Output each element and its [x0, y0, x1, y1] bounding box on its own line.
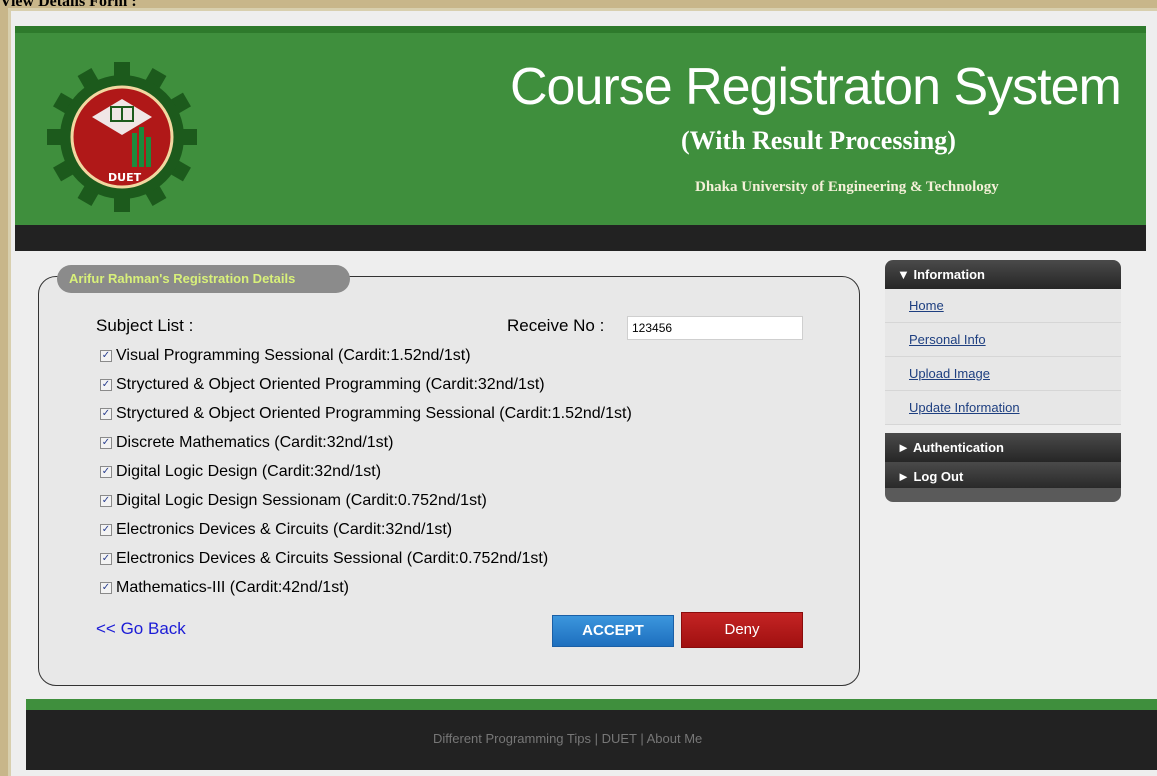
logo-text: DUET: [108, 171, 142, 184]
sidebar-item-upload-image: Upload Image: [885, 357, 1121, 391]
registration-details-legend: Arifur Rahman's Registration Details: [57, 265, 350, 293]
subject-item[interactable]: ✓ Visual Programming Sessional (Cardit:1…: [100, 345, 471, 367]
receive-no-label: Receive No :: [507, 316, 605, 335]
go-back-link[interactable]: << Go Back: [96, 619, 186, 639]
sidebar-section-authentication[interactable]: ► Authentication: [885, 433, 1121, 462]
subject-item[interactable]: ✓ Electronics Devices & Circuits (Cardit…: [100, 519, 452, 541]
subject-list-label: Subject List :: [96, 316, 194, 335]
checkbox-checked-icon[interactable]: ✓: [100, 350, 112, 362]
checkbox-checked-icon[interactable]: ✓: [100, 553, 112, 565]
sidebar-link-home[interactable]: Home: [909, 298, 944, 313]
subject-label: Discrete Mathematics (Cardit:32nd/1st): [116, 434, 394, 451]
checkbox-checked-icon[interactable]: ✓: [100, 408, 112, 420]
subject-label: Mathematics-III (Cardit:42nd/1st): [116, 579, 349, 596]
subject-item[interactable]: ✓ Digital Logic Design Sessionam (Cardit…: [100, 490, 487, 512]
footer-green-strip: [26, 699, 1157, 710]
subject-label: Electronics Devices & Circuits Sessional…: [116, 550, 549, 567]
sidebar-section-information[interactable]: ▼ Information: [885, 260, 1121, 289]
site-subtitle: (With Result Processing): [681, 126, 956, 155]
subject-label: Visual Programming Sessional (Cardit:1.5…: [116, 347, 471, 364]
subject-label: Digital Logic Design (Cardit:32nd/1st): [116, 463, 382, 480]
checkbox-checked-icon[interactable]: ✓: [100, 466, 112, 478]
sidebar-link-update-information[interactable]: Update Information: [909, 400, 1020, 415]
header-nav-bar: [15, 225, 1146, 251]
checkbox-checked-icon[interactable]: ✓: [100, 379, 112, 391]
checkbox-checked-icon[interactable]: ✓: [100, 582, 112, 594]
deny-button[interactable]: Deny: [681, 612, 803, 648]
checkbox-checked-icon[interactable]: ✓: [100, 437, 112, 449]
sidebar-item-home: Home: [885, 289, 1121, 323]
sidebar-link-personal-info[interactable]: Personal Info: [909, 332, 986, 347]
sidebar-item-personal-info: Personal Info: [885, 323, 1121, 357]
sidebar-menu: ▼ Information Home Personal Info Upload …: [885, 260, 1121, 502]
header: DUET Course Registraton System (With Res…: [15, 26, 1146, 251]
footer-links[interactable]: Different Programming Tips | DUET | Abou…: [433, 731, 702, 746]
subject-item[interactable]: ✓ Electronics Devices & Circuits Session…: [100, 548, 548, 570]
checkbox-checked-icon[interactable]: ✓: [100, 495, 112, 507]
checkbox-checked-icon[interactable]: ✓: [100, 524, 112, 536]
subject-item[interactable]: ✓ Discrete Mathematics (Cardit:32nd/1st): [100, 432, 393, 454]
receive-no-input[interactable]: [627, 316, 803, 340]
subject-label: Electronics Devices & Circuits (Cardit:3…: [116, 521, 453, 538]
subject-label: Stryctured & Object Oriented Programming…: [116, 405, 632, 422]
subject-label: Stryctured & Object Oriented Programming…: [116, 376, 545, 393]
subject-item[interactable]: ✓ Stryctured & Object Oriented Programmi…: [100, 403, 632, 425]
duet-logo-icon: DUET: [47, 62, 197, 212]
subject-label: Digital Logic Design Sessionam (Cardit:0…: [116, 492, 487, 509]
subject-item[interactable]: ✓ Digital Logic Design (Cardit:32nd/1st): [100, 461, 381, 483]
accept-button[interactable]: ACCEPT: [552, 615, 674, 647]
university-name: Dhaka University of Engineering & Techno…: [695, 179, 999, 195]
sidebar-bottom-cap: [885, 488, 1121, 502]
sidebar-link-upload-image[interactable]: Upload Image: [909, 366, 990, 381]
sidebar-section-logout[interactable]: ► Log Out: [885, 462, 1121, 491]
subject-item[interactable]: ✓ Mathematics-III (Cardit:42nd/1st): [100, 577, 349, 599]
sidebar-item-update-information: Update Information: [885, 391, 1121, 425]
subject-item[interactable]: ✓ Stryctured & Object Oriented Programmi…: [100, 374, 545, 396]
site-title: Course Registraton System: [510, 58, 1122, 116]
